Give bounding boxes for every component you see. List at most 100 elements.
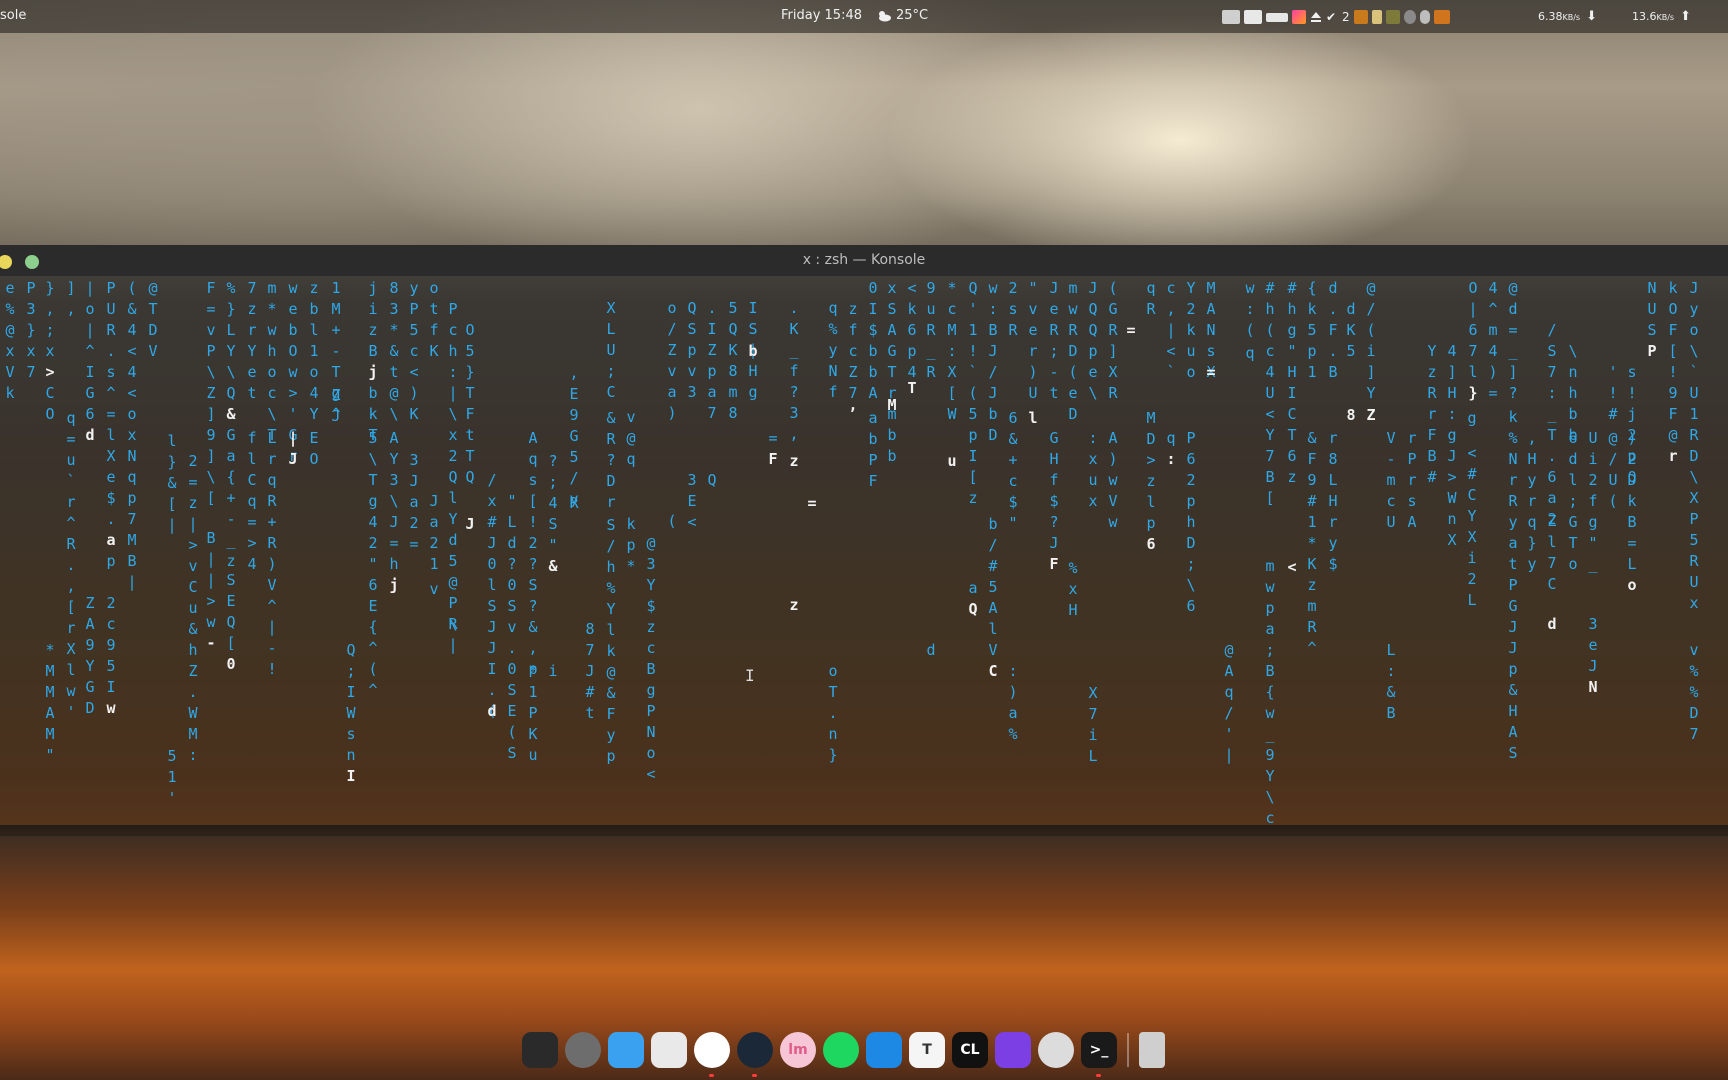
camera-icon[interactable] — [1244, 10, 1262, 24]
jetbrains-toolbox-icon[interactable] — [1292, 10, 1306, 24]
mouse-icon[interactable] — [1419, 10, 1430, 24]
terminal-area[interactable]: e% @ x Vk P 3} x 7},; x > C O * M M A M "], q = u ` r ^ R.,[r Xl w… — [0, 276, 1728, 836]
matrix-char: J — [1508, 639, 1518, 657]
matrix-column: q = u ` r ^ R.,[r Xl w ' — [64, 408, 78, 723]
screenshot-icon[interactable] — [651, 1032, 687, 1068]
clock[interactable]: Friday 15:48 — [781, 8, 862, 23]
memory-icon[interactable] — [1371, 10, 1382, 24]
net-download[interactable]: 6.38KB/s ⬇ — [1538, 9, 1597, 24]
navigator-icon[interactable] — [866, 1032, 902, 1068]
weather-widget[interactable]: 25°C — [876, 8, 928, 23]
matrix-char: x — [45, 342, 55, 360]
matrix-char: M — [45, 725, 55, 743]
matrix-char: w — [1265, 578, 1275, 596]
active-app-name[interactable]: sole — [0, 8, 26, 23]
matrix-char: . — [789, 299, 799, 317]
matrix-char: < — [409, 363, 419, 381]
matrix-char: } — [828, 746, 838, 764]
matrix-char: s — [528, 471, 538, 489]
matrix-char: F — [1307, 450, 1317, 468]
chip-icon[interactable] — [1353, 10, 1368, 24]
matrix-char: P — [528, 704, 538, 722]
matrix-char: R — [1307, 618, 1317, 636]
matrix-column: @ / U ( — [1606, 428, 1620, 512]
matrix-char: Y — [85, 657, 95, 675]
mission-control-icon[interactable] — [522, 1032, 558, 1068]
matrix-char: v — [429, 580, 439, 598]
matrix-char: k — [606, 642, 616, 660]
matrix-char: T — [331, 363, 341, 381]
net-upload[interactable]: 13.6KB/s ⬆ — [1632, 9, 1691, 24]
eject-icon[interactable] — [1310, 10, 1322, 24]
owl-icon[interactable] — [694, 1032, 730, 1077]
matrix-char: a — [1508, 534, 1518, 552]
matrix-char: _ — [1265, 725, 1275, 743]
matrix-column: 5 \ Tg 4 2 " 6 E {^ (^ — [366, 428, 380, 701]
matrix-char: g — [1588, 513, 1598, 531]
disk-icon[interactable] — [1385, 10, 1400, 24]
matrix-char: ( — [1108, 279, 1118, 297]
monitor-icon[interactable] — [1433, 10, 1450, 24]
matrix-char: \ — [1689, 468, 1699, 486]
spotify-icon[interactable] — [823, 1032, 859, 1068]
clion-icon[interactable]: CL — [952, 1032, 988, 1068]
matrix-char: 5 — [1689, 531, 1699, 549]
matrix-char: " — [368, 555, 378, 573]
matrix-char: G — [1108, 300, 1118, 318]
matrix-char: a — [1547, 489, 1557, 507]
matrix-char: a — [409, 493, 419, 511]
matrix-char: v — [188, 557, 198, 575]
matrix-char: ; — [45, 321, 55, 339]
matrix-char: % — [828, 320, 838, 338]
finder-icon[interactable] — [608, 1032, 644, 1068]
matrix-char: @ — [448, 573, 458, 591]
matrix-char: T — [465, 447, 475, 465]
system-settings-icon[interactable] — [565, 1032, 601, 1068]
matrix-char: r — [66, 619, 76, 637]
matrix-char: b — [868, 430, 878, 448]
matrix-char: * — [45, 641, 55, 659]
window-titlebar[interactable]: x : zsh — Konsole — [0, 245, 1728, 276]
matrix-char: ' — [1608, 363, 1618, 381]
matrix-char: 6 — [1186, 597, 1196, 615]
terminal-icon[interactable]: >_ — [1081, 1032, 1117, 1077]
visual-studio-icon[interactable] — [995, 1032, 1031, 1068]
battery-icon[interactable] — [1266, 12, 1288, 22]
matrix-column: xSAGTrmbb — [885, 278, 899, 467]
matrix-char: : — [188, 746, 198, 764]
matrix-char: M — [1146, 409, 1156, 427]
fan-icon[interactable] — [1403, 10, 1416, 24]
matrix-char: 5 — [1346, 342, 1356, 360]
matrix-char: h — [389, 555, 399, 573]
matrix-char: t — [429, 300, 439, 318]
matrix-char: ^ — [267, 597, 277, 615]
screen-icon[interactable] — [1222, 10, 1240, 24]
matrix-char: F — [1427, 426, 1437, 444]
matrix-char: x — [487, 492, 497, 510]
matrix-char: R — [926, 321, 936, 339]
matrix-column: l — [1026, 408, 1040, 429]
matrix-char: : — [1547, 384, 1557, 402]
matrix-column: QSpv 3 — [685, 298, 699, 403]
matrix-char: ; — [346, 662, 356, 680]
matrix-char: : — [1088, 429, 1098, 447]
typora-label: T — [922, 1042, 932, 1058]
matrix-column: ( — [665, 511, 679, 532]
matrix-char: T — [148, 300, 158, 318]
matrix-char: F — [1668, 321, 1678, 339]
steam-icon[interactable] — [737, 1032, 773, 1077]
matrix-char: I — [968, 447, 978, 465]
trash-icon[interactable] — [1139, 1032, 1165, 1068]
matrix-char: ] — [1366, 363, 1376, 381]
lm-icon[interactable]: lm — [780, 1032, 816, 1068]
matrix-char: . — [507, 639, 517, 657]
chrome-dev-icon[interactable] — [1038, 1032, 1074, 1068]
matrix-column: Y 2 kuo — [1184, 278, 1198, 383]
checkmark-icon[interactable]: ✔ — [1326, 10, 1338, 24]
typora-icon[interactable]: T — [909, 1032, 945, 1068]
matrix-char: b — [988, 405, 998, 423]
matrix-column: " Ld? 0 S — [505, 491, 519, 617]
matrix-char: _ — [1508, 342, 1518, 360]
matrix-column: Zl 7 C — [1545, 511, 1559, 595]
matrix-char: S — [548, 515, 558, 533]
